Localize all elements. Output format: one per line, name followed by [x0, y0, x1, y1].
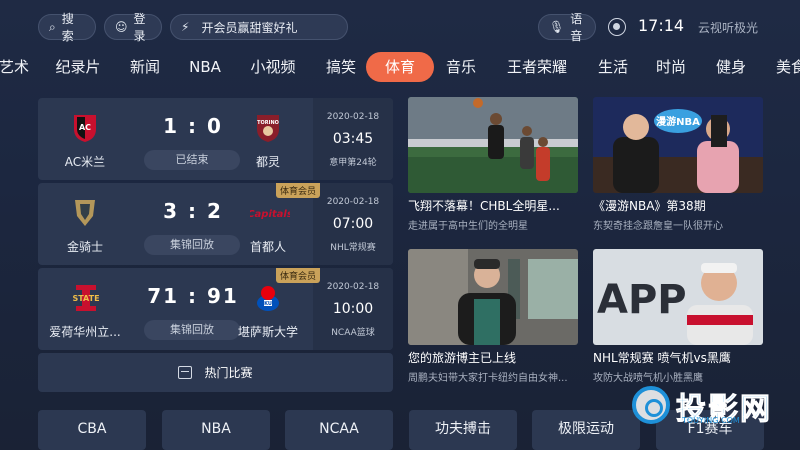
kansas-logo: KU	[252, 282, 284, 314]
match-league: 意甲第24轮	[329, 158, 377, 168]
brightness-icon[interactable]	[608, 18, 626, 36]
search-button[interactable]: ⌕ 搜索	[38, 12, 96, 43]
home-team-name: 金骑士	[66, 240, 103, 254]
match-date: 2020-02-18	[326, 112, 380, 122]
svg-text:STATE: STATE	[72, 294, 99, 303]
nav-item[interactable]: 音乐	[440, 52, 482, 82]
match-card[interactable]: 体育会员 STATE 爱荷华州立... 71 : 91 集锦回放 KU 堪萨斯大…	[38, 268, 393, 350]
microphone-icon: 🎙	[549, 20, 565, 34]
match-card[interactable]: AC AC米兰 1 : 0 已结束 TORINO 都灵 2020-02-18 0…	[38, 98, 393, 180]
category-button-kungfu[interactable]: 功夫搏击	[409, 410, 517, 450]
video-title: 您的旅游博主已上线	[408, 351, 517, 365]
nav-item[interactable]: 新闻	[124, 52, 166, 82]
match-league: NHL常规赛	[330, 243, 376, 253]
video-subtitle: 攻防大战喷气机小胜黑鹰	[593, 373, 703, 384]
vip-badge: 体育会员	[276, 268, 321, 283]
watermark-domain: TOUYING.COM	[682, 416, 740, 425]
svg-text:Capitals: Capitals	[250, 209, 290, 220]
video-thumbnail	[408, 97, 578, 193]
nav-item[interactable]: 生活	[592, 52, 634, 82]
video-thumbnail	[408, 249, 578, 345]
video-thumbnail: APP	[593, 249, 763, 345]
nav-item[interactable]: 健身	[710, 52, 752, 82]
category-button-extreme[interactable]: 极限运动	[532, 410, 640, 450]
match-league: NCAA篮球	[331, 328, 375, 338]
video-subtitle: 周鹏夫妇带大家打卡纽约自由女神...	[408, 373, 568, 384]
match-score: 71 : 91	[147, 284, 239, 308]
match-time: 07:00	[332, 216, 374, 232]
voice-label: 语音	[570, 12, 583, 43]
nav-item[interactable]: 时尚	[650, 52, 692, 82]
capitals-logo: Capitals	[250, 197, 290, 229]
voice-button[interactable]: 🎙 语音	[538, 12, 596, 43]
match-card[interactable]: 体育会员 金骑士 3 : 2 集锦回放 Capitals 首都人 2020-02…	[38, 183, 393, 265]
video-title: 《漫游NBA》第38期	[593, 199, 706, 213]
nav-item[interactable]: 美食	[770, 52, 800, 82]
home-team-name: AC米兰	[64, 155, 106, 169]
nav-item[interactable]: 小视频	[244, 52, 302, 82]
match-date: 2020-02-18	[326, 282, 380, 292]
match-list: AC AC米兰 1 : 0 已结束 TORINO 都灵 2020-02-18 0…	[38, 98, 393, 392]
home-team-name: 爱荷华州立...	[49, 325, 121, 339]
nav-item[interactable]: 王者荣耀	[498, 52, 576, 82]
nav-item[interactable]: 艺术	[0, 52, 34, 82]
nav-item[interactable]: NBA	[184, 52, 226, 82]
login-label: 登录	[133, 12, 146, 43]
user-icon: ☺	[115, 20, 128, 34]
video-tile[interactable]: APP NHL常规赛 喷气机vs黑鹰 攻防大战喷气机小胜黑鹰	[593, 249, 763, 384]
category-button-ncaa[interactable]: NCAA	[285, 410, 393, 450]
match-date: 2020-02-18	[326, 197, 380, 207]
category-button-nba[interactable]: NBA	[162, 410, 270, 450]
category-nav: 艺术 纪录片 新闻 NBA 小视频 搞笑 体育 音乐 王者荣耀 生活 时尚 健身…	[0, 52, 800, 84]
search-label: 搜索	[61, 12, 74, 43]
hot-matches-label: 热门比赛	[204, 366, 253, 380]
video-thumbnail: 漫游NBA	[593, 97, 763, 193]
svg-text:KU: KU	[264, 301, 272, 307]
vip-badge: 体育会员	[276, 183, 321, 198]
promo-button[interactable]: ⚡ 开会员赢甜蜜好礼	[170, 14, 348, 40]
golden-knights-logo	[71, 197, 99, 229]
search-icon: ⌕	[49, 19, 56, 34]
match-time: 10:00	[332, 301, 374, 317]
clock: 17:14	[638, 16, 685, 35]
nav-item[interactable]: 纪录片	[50, 52, 106, 82]
away-team-name: 首都人	[249, 240, 286, 254]
nav-item-active[interactable]: 体育	[366, 52, 434, 82]
watermark-logo-icon	[632, 386, 670, 424]
video-tile[interactable]: 飞翔不落幕！CHBL全明星... 走进属于高中生们的全明星	[408, 97, 578, 232]
login-button[interactable]: ☺ 登录	[104, 12, 162, 43]
video-title: NHL常规赛 喷气机vs黑鹰	[593, 351, 731, 365]
video-tile[interactable]: 您的旅游博主已上线 周鹏夫妇带大家打卡纽约自由女神...	[408, 249, 578, 384]
acmilan-logo: AC	[71, 112, 99, 144]
match-time: 03:45	[332, 131, 374, 147]
match-score: 3 : 2	[163, 199, 223, 223]
category-button-cba[interactable]: CBA	[38, 410, 146, 450]
away-team-name: 都灵	[255, 155, 280, 169]
watermark: 投影网 TOUYING.COM	[632, 384, 792, 428]
match-score: 1 : 0	[163, 114, 223, 138]
brand-logo: 云视听极光	[698, 21, 759, 35]
video-title: 飞翔不落幕！CHBL全明星...	[408, 199, 560, 213]
video-subtitle: 东契奇挂念跟詹皇一队很开心	[593, 221, 723, 232]
hot-matches-button[interactable]: 热门比赛	[38, 353, 393, 392]
torino-logo: TORINO	[254, 112, 282, 144]
svg-text:APP: APP	[597, 277, 687, 323]
nav-item[interactable]: 搞笑	[320, 52, 362, 82]
away-team-name: 堪萨斯大学	[237, 325, 298, 339]
calendar-icon	[178, 366, 193, 379]
svg-text:漫游NBA: 漫游NBA	[656, 115, 700, 128]
iowa-state-logo: STATE	[68, 282, 104, 314]
video-tile[interactable]: 漫游NBA 《漫游NBA》第38期 东契奇挂念跟詹皇一队很开心	[593, 97, 763, 232]
svg-text:TORINO: TORINO	[257, 120, 279, 126]
lightning-icon: ⚡	[181, 20, 190, 34]
top-bar: ⌕ 搜索 ☺ 登录 ⚡ 开会员赢甜蜜好礼 🎙 语音 17:14 云视听极光	[38, 12, 770, 43]
video-subtitle: 走进属于高中生们的全明星	[408, 221, 528, 232]
svg-text:AC: AC	[79, 123, 91, 132]
promo-label: 开会员赢甜蜜好礼	[201, 20, 298, 35]
